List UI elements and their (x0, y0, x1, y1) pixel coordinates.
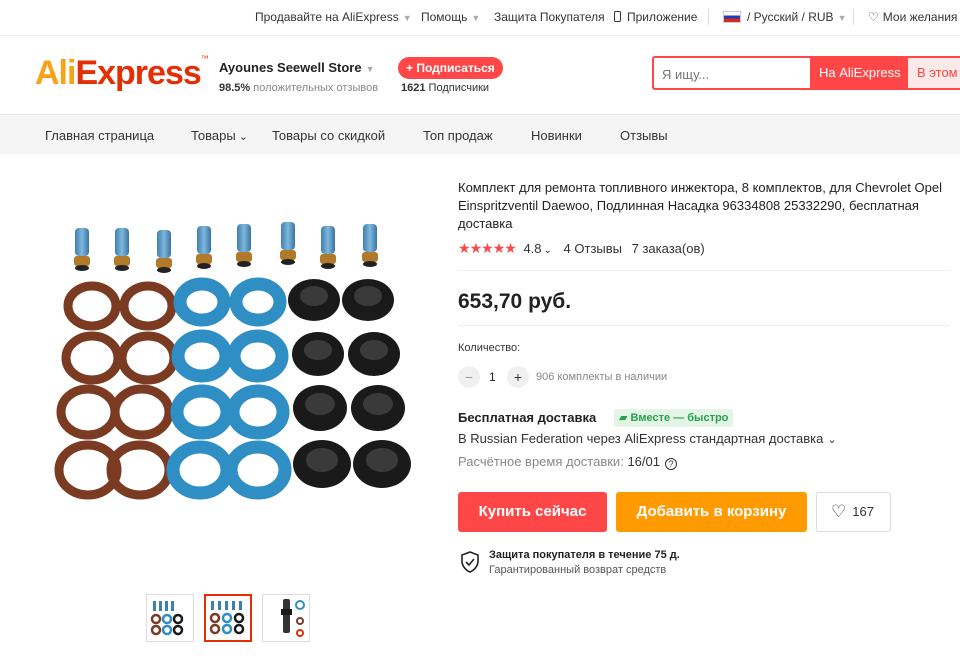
help-menu[interactable]: Помощь ▼ (421, 10, 480, 24)
thumbnail-image (147, 595, 193, 641)
add-to-cart-button[interactable]: Добавить в корзину (616, 492, 807, 532)
nav-reviews[interactable]: Отзывы (620, 128, 668, 143)
divider (853, 9, 854, 25)
divider (708, 9, 709, 25)
buy-now-button[interactable]: Купить сейчас (458, 492, 607, 532)
star-icon: ★ (492, 240, 506, 256)
language-label: / Русский / (747, 10, 805, 24)
delivery-date: 16/01 (627, 454, 660, 469)
sell-link-label: Продавайте на AliExpress (255, 10, 399, 24)
chevron-down-icon: ▼ (471, 12, 481, 23)
app-link[interactable]: Приложение (614, 10, 697, 24)
wishlist-link[interactable]: ♡ Мои желания (868, 10, 957, 24)
delivery-estimate: Расчётное время доставки: 16/01? (458, 454, 677, 470)
search-aliexpress-button[interactable]: На AliExpress (810, 58, 908, 88)
sell-link[interactable]: Продавайте на AliExpress ▼ (255, 10, 412, 24)
phone-icon (614, 11, 621, 22)
help-label: Помощь (421, 10, 468, 24)
chevron-down-icon: ⌄ (827, 434, 837, 446)
heart-icon: ♡ (831, 502, 847, 521)
divider (458, 325, 950, 326)
subscribers-label: Подписчики (428, 82, 490, 94)
search-store-button[interactable]: В этом (908, 58, 960, 88)
nav-sale[interactable]: Товары со скидкой (272, 128, 385, 143)
store-name-label: Ayounes Seewell Store (219, 60, 362, 75)
wishlist-label: Мои желания (882, 10, 958, 24)
chevron-down-icon: ▼ (402, 12, 412, 23)
product-title: Комплект для ремонта топливного инжектор… (458, 180, 942, 231)
quantity-decrease-button[interactable]: − (458, 366, 480, 388)
chevron-down-icon: ▼ (365, 63, 375, 74)
orders-count: 7 заказа(ов) (631, 241, 705, 256)
buyer-protection-link[interactable]: Защита Покупателя (494, 10, 605, 24)
quantity-label: Количество: (458, 342, 521, 354)
stock-info: 906 комплекты в наличии (536, 371, 668, 383)
search-input[interactable] (662, 65, 802, 83)
star-icon: ★ (504, 240, 517, 256)
store-header: AliExpress™ Ayounes Seewell Store ▼ 98.5%… (0, 36, 960, 114)
thumbnail-2[interactable] (204, 594, 252, 642)
logo-tm: ™ (200, 54, 209, 63)
heart-icon: ♡ (868, 10, 879, 24)
shipping-title: Бесплатная доставка (458, 410, 597, 425)
shipping-route-label: В Russian Federation через AliExpress ст… (458, 431, 824, 446)
store-name[interactable]: Ayounes Seewell Store ▼ (219, 60, 375, 75)
app-label: Приложение (627, 10, 698, 24)
chevron-down-icon: ⌄ (543, 245, 552, 256)
reviews-link[interactable]: 4 Отзывы (564, 241, 622, 256)
nav-products[interactable]: Товары ⌄ (191, 128, 248, 143)
quantity-increase-button[interactable]: + (507, 366, 529, 388)
star-icon: ★ (481, 240, 494, 256)
star-icon: ★ (469, 240, 483, 256)
positive-percent: 98.5% (219, 82, 251, 94)
language-currency-selector[interactable]: / Русский / RUB ▼ (723, 10, 846, 24)
shipping-badge: ▰ Вместе — быстро (614, 409, 734, 427)
positive-label: положительных отзывов (253, 82, 379, 94)
nav-home[interactable]: Главная страница (45, 128, 154, 143)
nav-new[interactable]: Новинки (531, 128, 582, 143)
product-image[interactable] (30, 172, 430, 572)
logo-express: Express (75, 54, 201, 92)
thumbnail-image (206, 596, 250, 640)
top-utility-bar: Продавайте на AliExpress ▼ Помощь ▼ Защита… (0, 0, 960, 36)
thumbnail-1[interactable] (146, 594, 194, 642)
star-icon: ★ (458, 240, 471, 256)
subscribers-count: 1621 (401, 82, 426, 94)
wishlist-button[interactable]: ♡ 167 (816, 492, 891, 532)
truck-icon: ▰ (619, 412, 628, 424)
nav-products-label: Товары (191, 128, 236, 143)
injector-kit-photo (54, 222, 411, 500)
store-nav: Главная страница Товары ⌄ Товары со скидк… (0, 114, 960, 154)
rating-value[interactable]: 4.8 (523, 241, 541, 256)
nav-top-sellers[interactable]: Топ продаж (423, 128, 493, 143)
chevron-down-icon: ⌄ (238, 131, 248, 143)
shield-check-icon (461, 551, 479, 573)
logo-ali: Ali (35, 54, 76, 92)
thumbnail-3[interactable] (262, 594, 310, 642)
chevron-down-icon: ▼ (837, 12, 847, 23)
search-bar: На AliExpress В этом (652, 56, 960, 90)
subscribe-button[interactable]: + Подписаться (398, 57, 503, 79)
thumbnail-image (263, 595, 309, 641)
quantity-value[interactable]: 1 (489, 370, 496, 384)
store-feedback: 98.5% положительных отзывов (219, 82, 378, 94)
shipping-route[interactable]: В Russian Federation через AliExpress ст… (458, 431, 837, 446)
subscribers: 1621 Подписчики (401, 82, 489, 94)
wishlist-count: 167 (852, 504, 874, 519)
buyer-protection-subtitle: Гарантированный возврат средств (489, 564, 667, 576)
russia-flag-icon (723, 11, 741, 23)
delivery-label: Расчётное время доставки: (458, 454, 624, 469)
currency-label: RUB (808, 10, 834, 24)
product-price: 653,70 руб. (458, 290, 572, 313)
rating-row: ★★★★★ 4.8 ⌄ 4 Отзывы 7 заказа(ов) (458, 240, 705, 257)
shipping-badge-label: Вместе — быстро (630, 412, 729, 424)
aliexpress-logo[interactable]: AliExpress™ (35, 54, 209, 93)
help-icon[interactable]: ? (664, 458, 677, 470)
divider (458, 270, 950, 271)
buyer-protection-title: Защита покупателя в течение 75 д. (489, 549, 680, 561)
